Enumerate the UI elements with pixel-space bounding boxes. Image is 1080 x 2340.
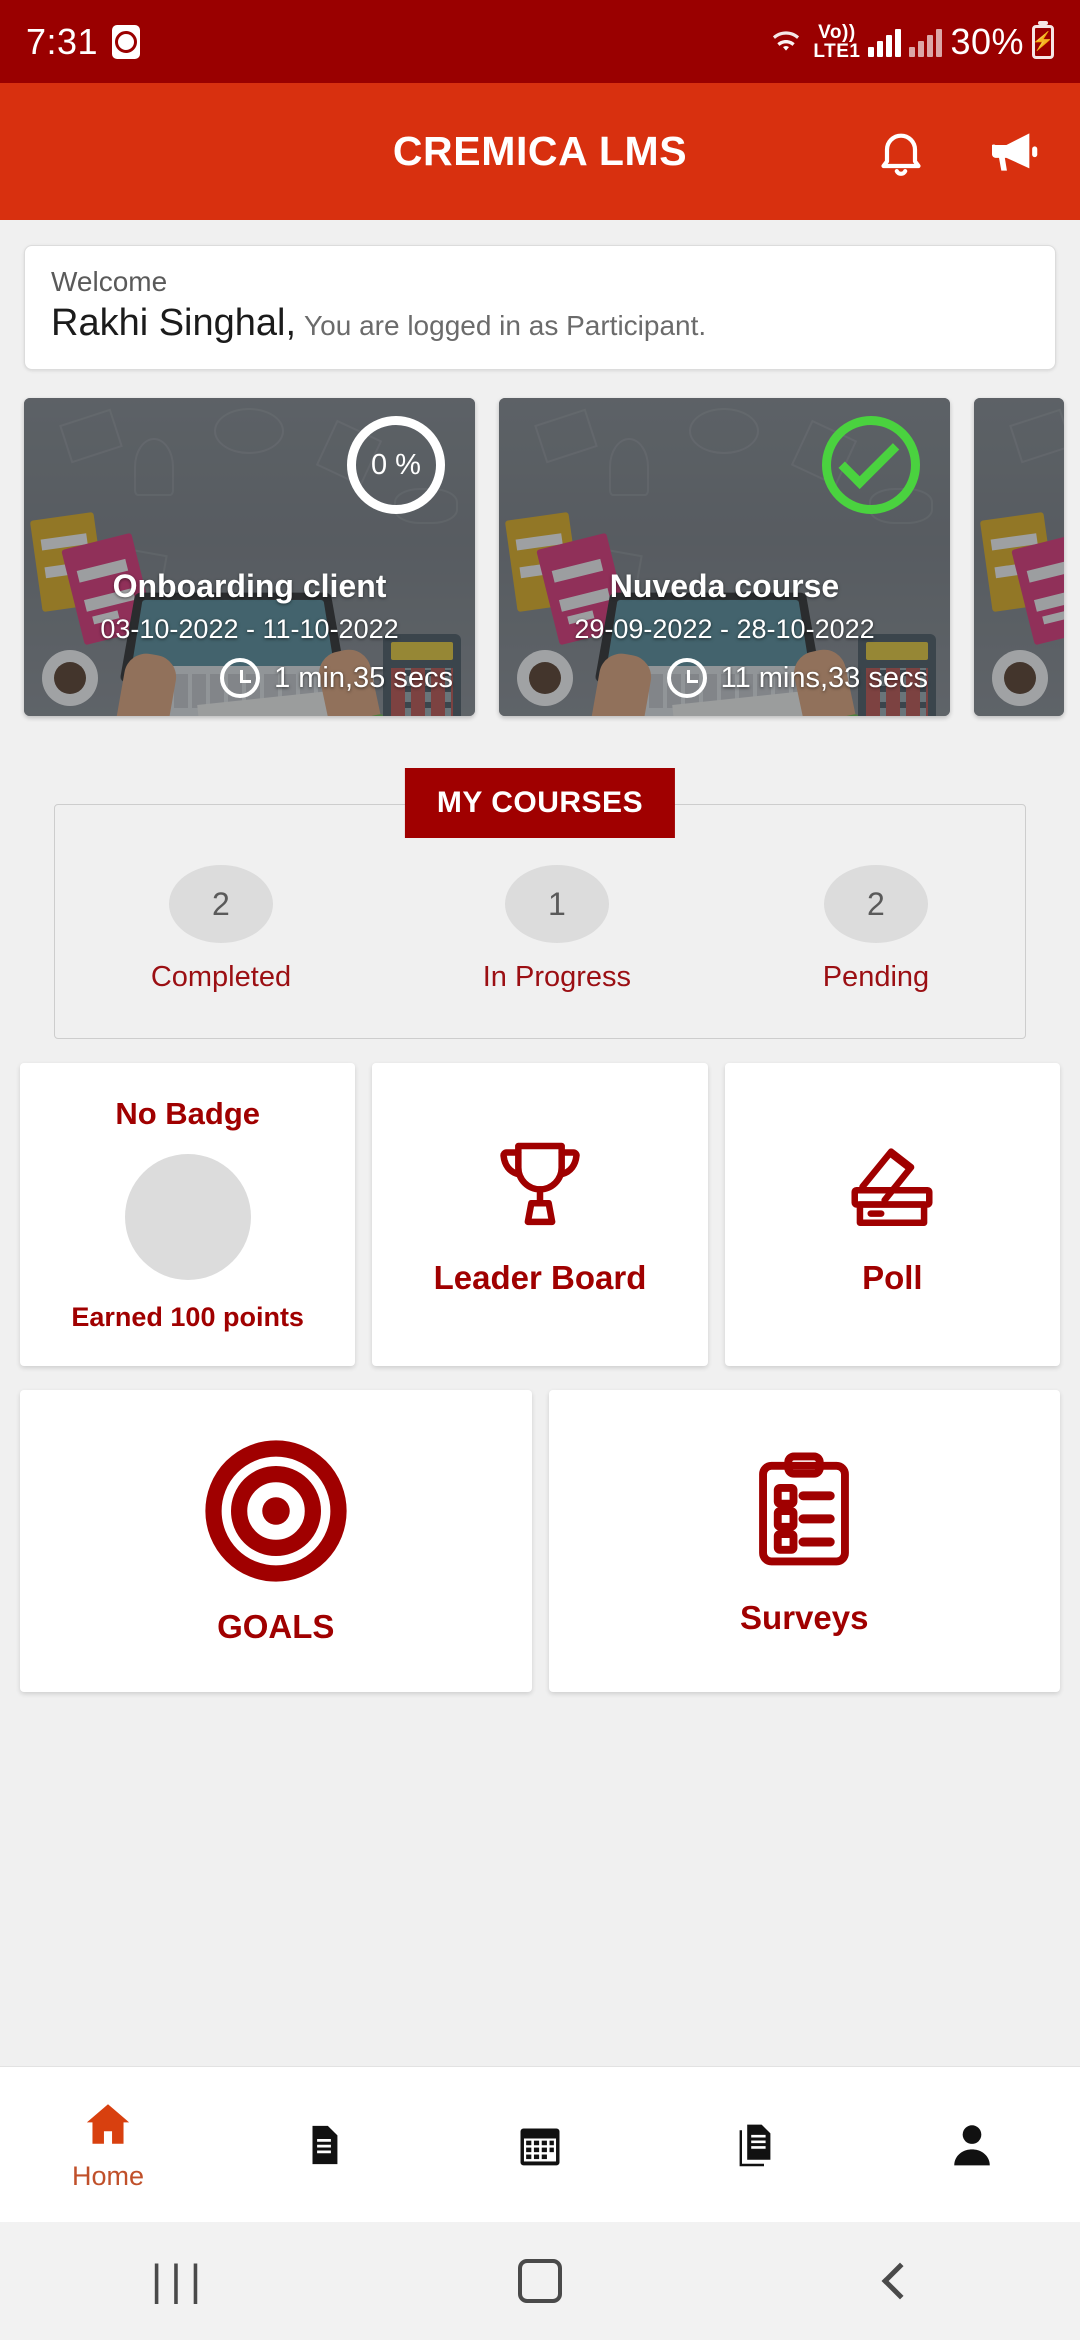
stat-completed[interactable]: 2 Completed [151,865,291,994]
alarm-icon [112,24,141,59]
tile-badge[interactable]: No Badge Earned 100 points [20,1063,356,1366]
course-date-separator: - [720,614,729,644]
stat-count: 2 [168,865,273,943]
trophy-icon [488,1133,592,1237]
welcome-card: Welcome Rakhi Singhal, You are logged in… [24,245,1056,370]
stat-count: 2 [823,865,928,943]
tile-goals[interactable]: GOALS [20,1390,532,1692]
check-icon [838,428,900,490]
course-card[interactable]: Nuveda course 29-09-2022 - 28-10-2022 11… [499,398,950,716]
megaphone-icon[interactable] [980,119,1046,185]
nav-item-home[interactable]: Home [0,2097,216,2192]
course-end-date: 11-10-2022 [262,614,399,644]
nav-item-profile[interactable] [864,2118,1080,2172]
course-completed-badge [822,416,920,514]
clock-icon [666,658,707,698]
bottom-navigation: Home [0,2066,1080,2222]
course-carousel[interactable]: 0 % Onboarding client 03-10-2022 - 11-10… [0,370,1080,716]
nav-label: Home [71,2161,145,2191]
back-chevron-icon[interactable] [720,2262,1080,2300]
calendar-icon [514,2118,566,2172]
course-duration: 11 mins,33 secs [666,658,928,698]
stat-count: 1 [504,865,609,943]
status-time: 7:31 [26,20,99,62]
signal-bars-sim1 [868,27,902,57]
tile-leader-board[interactable]: Leader Board [372,1063,708,1366]
badge-title: No Badge [115,1096,260,1131]
stat-pending[interactable]: 2 Pending [823,865,929,994]
course-date-separator: - [246,614,255,644]
tile-label: Leader Board [433,1258,647,1296]
app-bar-actions [868,119,1046,185]
tile-label: GOALS [217,1608,335,1645]
course-end-date: 28-10-2022 [736,614,875,644]
stat-label: Pending [822,961,930,993]
tiles-row-1: No Badge Earned 100 points Leader Board [0,1039,1080,1366]
course-start-date: 03-10-2022 [100,614,239,644]
welcome-line: Rakhi Singhal, You are logged in as Part… [51,302,1029,345]
course-start-date: 29-09-2022 [574,614,713,644]
main-content: Welcome Rakhi Singhal, You are logged in… [0,220,1080,2066]
user-role-text: You are logged in as Participant. [304,310,707,341]
status-bar: 7:31 Vo)) LTE1 30% [0,0,1080,83]
my-courses-section: MY COURSES 2 Completed 1 In Progress 2 P… [54,768,1026,1039]
course-duration-text: 1 min,35 secs [274,661,453,694]
document-icon [301,2118,347,2172]
home-icon [79,2097,137,2151]
course-title: Onboarding client [112,568,387,604]
course-card-partial[interactable] [974,398,1064,716]
tile-surveys[interactable]: Surveys [548,1390,1060,1692]
tile-label: Poll [862,1258,923,1296]
nav-item-calendar[interactable] [432,2118,648,2172]
clock-icon [220,658,261,698]
bell-icon[interactable] [868,119,934,185]
badge-points: Earned 100 points [71,1302,304,1332]
stat-in-progress[interactable]: 1 In Progress [483,865,631,994]
my-courses-tab: MY COURSES [404,768,676,838]
home-square-icon[interactable] [360,2259,720,2303]
course-dates: 29-09-2022 - 28-10-2022 [499,614,950,645]
welcome-label: Welcome [51,266,168,297]
tile-poll[interactable]: Poll [724,1063,1060,1366]
volte-indicator: Vo)) LTE1 [813,21,861,62]
phone-screen: 7:31 Vo)) LTE1 30% CREMICA LMS [0,0,1080,2340]
nav-item-pages[interactable] [648,2118,864,2172]
app-bar: CREMICA LMS [0,83,1080,220]
system-navigation-bar: ||| [0,2222,1080,2340]
user-name: Rakhi Singhal, [51,302,297,344]
stat-label: Completed [150,961,292,993]
status-bar-right: Vo)) LTE1 30% [767,21,1054,63]
recents-icon[interactable]: ||| [0,2256,360,2306]
ballot-box-icon [837,1133,947,1237]
course-duration: 1 min,35 secs [220,658,453,698]
wifi-icon [767,26,805,58]
course-progress-value: 0 % [371,448,421,481]
tiles-row-2: GOALS Surveys [0,1366,1080,1692]
battery-charging-icon [1032,24,1054,59]
course-progress-ring: 0 % [347,416,445,514]
signal-bars-sim2 [909,27,943,57]
course-duration-text: 11 mins,33 secs [720,661,928,694]
course-card[interactable]: 0 % Onboarding client 03-10-2022 - 11-10… [24,398,475,716]
course-thumbnail [974,398,1064,716]
course-title: Nuveda course [609,568,840,604]
person-icon [946,2118,998,2172]
stat-label: In Progress [482,961,632,993]
badge-circle-icon [124,1154,251,1280]
status-bar-left: 7:31 [26,20,141,63]
course-dates: 03-10-2022 - 11-10-2022 [24,614,475,645]
copy-pages-icon [732,2118,780,2172]
nav-item-documents[interactable] [216,2118,432,2172]
battery-percent: 30% [950,20,1024,62]
target-icon [201,1436,351,1586]
tile-label: Surveys [740,1599,869,1636]
clipboard-checklist-icon [741,1445,867,1577]
my-courses-stats: 2 Completed 1 In Progress 2 Pending [54,804,1026,1039]
